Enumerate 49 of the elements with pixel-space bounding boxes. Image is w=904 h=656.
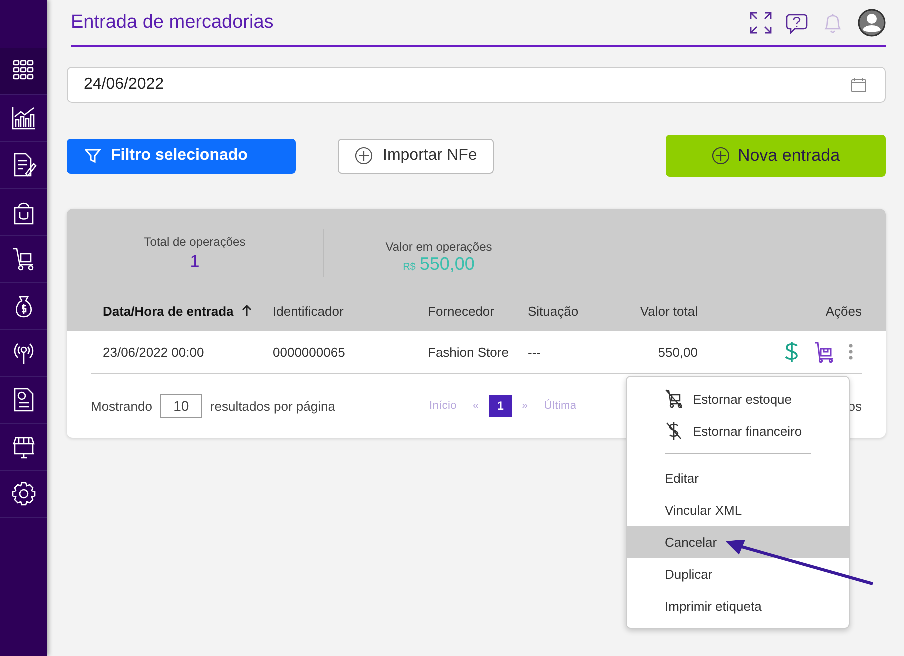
table-cell: ---: [528, 344, 541, 360]
dollar-icon[interactable]: [784, 341, 800, 363]
column-header[interactable]: Valor total: [640, 304, 698, 318]
cart-icon[interactable]: [10, 246, 36, 272]
avatar-icon[interactable]: [858, 8, 886, 36]
page-button[interactable]: 1: [489, 395, 512, 417]
stat-value: 1: [190, 252, 200, 272]
plus-circle-icon: [355, 147, 373, 165]
calendar-icon[interactable]: [851, 77, 867, 93]
help-icon[interactable]: [786, 12, 808, 34]
stat-value: 550,00: [420, 254, 475, 274]
menu-item[interactable]: Duplicar: [627, 558, 849, 590]
showing-label: Mostrando: [91, 398, 152, 414]
column-header[interactable]: Data/Hora de entrada: [103, 304, 252, 318]
filter-button[interactable]: Filtro selecionado: [67, 138, 296, 174]
cart-icon[interactable]: [814, 341, 834, 363]
menu-item[interactable]: Cancelar: [627, 526, 849, 558]
stat-label: Total de operações: [144, 234, 246, 248]
settings-icon[interactable]: [10, 481, 36, 507]
menu-item[interactable]: Estornar financeiro: [627, 415, 849, 447]
column-header[interactable]: Identificador: [273, 304, 344, 318]
crossed-dollar-icon: [665, 421, 683, 441]
sidebar-item[interactable]: [0, 48, 47, 95]
sort-arrow-icon: [242, 305, 252, 317]
per-page-label: resultados por página: [210, 398, 336, 414]
column-header[interactable]: Ações: [826, 304, 862, 318]
page-title: Entrada de mercadorias: [71, 12, 274, 34]
menu-item[interactable]: Editar: [627, 462, 849, 494]
menu-item[interactable]: Estornar estoque: [627, 383, 849, 415]
column-header[interactable]: Situação: [528, 304, 579, 318]
more-icon[interactable]: [848, 343, 854, 361]
stat-label: Valor em operações: [386, 240, 492, 254]
table-cell: 23/06/2022 00:00: [103, 344, 204, 360]
column-header[interactable]: Fornecedor: [428, 304, 494, 318]
new-entry-button[interactable]: Nova entrada: [666, 135, 886, 177]
menu-item[interactable]: Vincular XML: [627, 494, 849, 526]
import-button[interactable]: Importar NFe: [338, 138, 494, 174]
table-cell: 550,00: [658, 344, 698, 360]
table-cell: Fashion Store: [428, 344, 509, 360]
menu-item[interactable]: Imprimir etiqueta: [627, 590, 849, 622]
crossed-cart-icon: [665, 389, 683, 409]
filter-icon: [85, 148, 101, 164]
chart-icon[interactable]: [10, 105, 36, 131]
page-size-field[interactable]: 10: [160, 394, 202, 418]
currency-symbol: R$: [403, 262, 416, 272]
plus-circle-icon: [712, 147, 730, 165]
expand-icon[interactable]: [750, 12, 772, 34]
table-cell: 0000000065: [273, 344, 346, 360]
date-field[interactable]: 24/06/2022: [67, 67, 886, 103]
